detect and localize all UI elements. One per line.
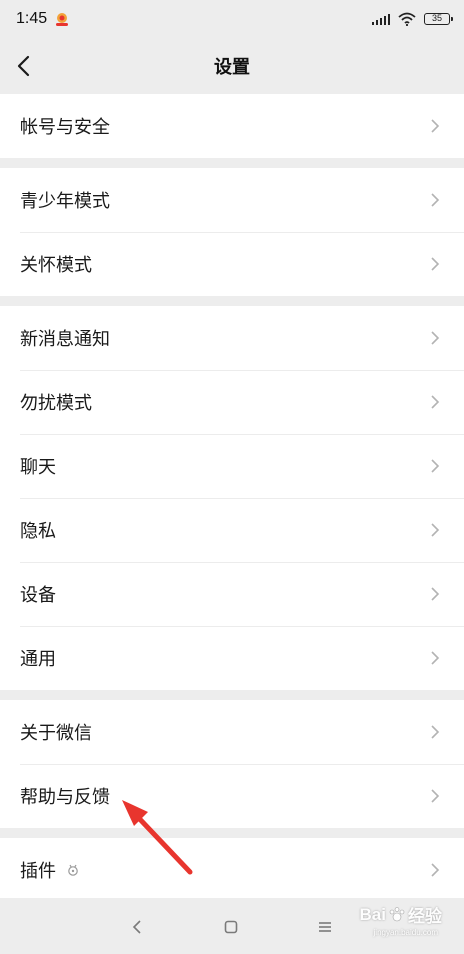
chevron-right-icon bbox=[431, 459, 440, 473]
row-plugins[interactable]: 插件 bbox=[0, 838, 464, 902]
settings-group-about: 关于微信 帮助与反馈 bbox=[0, 700, 464, 828]
chevron-right-icon bbox=[431, 395, 440, 409]
row-help-feedback[interactable]: 帮助与反馈 bbox=[0, 764, 464, 828]
settings-group-modes: 青少年模式 关怀模式 bbox=[0, 168, 464, 296]
chevron-right-icon bbox=[431, 257, 440, 271]
watermark-text: Bai bbox=[359, 904, 386, 924]
row-label: 关于微信 bbox=[20, 723, 92, 744]
watermark-text-2: 经验 bbox=[408, 907, 442, 926]
system-home-button[interactable] bbox=[220, 916, 242, 938]
row-label: 插件 bbox=[20, 861, 56, 882]
row-chat[interactable]: 聊天 bbox=[0, 434, 464, 498]
row-label: 隐私 bbox=[20, 521, 56, 542]
row-about-wechat[interactable]: 关于微信 bbox=[0, 700, 464, 764]
system-recents-button[interactable] bbox=[314, 916, 336, 938]
chevron-right-icon bbox=[431, 523, 440, 537]
paw-icon bbox=[389, 906, 405, 921]
row-teen-mode[interactable]: 青少年模式 bbox=[0, 168, 464, 232]
status-right: 35 bbox=[372, 12, 453, 26]
row-privacy[interactable]: 隐私 bbox=[0, 498, 464, 562]
watermark-url: jingyan.baidu.com bbox=[373, 928, 438, 937]
settings-group-general: 新消息通知 勿扰模式 聊天 隐私 设备 通用 bbox=[0, 306, 464, 690]
row-account-security[interactable]: 帐号与安全 bbox=[0, 94, 464, 158]
row-do-not-disturb[interactable]: 勿扰模式 bbox=[0, 370, 464, 434]
chevron-right-icon bbox=[431, 331, 440, 345]
row-label: 青少年模式 bbox=[20, 191, 110, 212]
row-label: 设备 bbox=[20, 585, 56, 606]
chevron-right-icon bbox=[431, 587, 440, 601]
baidu-jingyan-watermark: Bai 经验 bbox=[360, 902, 442, 927]
row-label: 新消息通知 bbox=[20, 329, 110, 350]
page-title: 设置 bbox=[214, 57, 250, 78]
status-left: 1:45 bbox=[16, 10, 70, 28]
back-button[interactable] bbox=[10, 52, 38, 80]
row-label: 勿扰模式 bbox=[20, 393, 92, 414]
navigation-bar: 设置 bbox=[0, 38, 464, 94]
row-label: 帐号与安全 bbox=[20, 117, 110, 138]
plugin-icon bbox=[68, 864, 78, 876]
row-general[interactable]: 通用 bbox=[0, 626, 464, 690]
row-care-mode[interactable]: 关怀模式 bbox=[0, 232, 464, 296]
chevron-right-icon bbox=[431, 863, 440, 877]
battery-indicator: 35 bbox=[424, 13, 453, 25]
row-devices[interactable]: 设备 bbox=[0, 562, 464, 626]
row-label: 通用 bbox=[20, 649, 56, 670]
square-home-icon bbox=[224, 920, 238, 934]
chevron-right-icon bbox=[431, 789, 440, 803]
status-time: 1:45 bbox=[16, 10, 48, 27]
chevron-right-icon bbox=[431, 193, 440, 207]
back-arrow-icon bbox=[17, 55, 30, 77]
app-notification-icon bbox=[56, 13, 69, 26]
chevron-right-icon bbox=[431, 119, 440, 133]
row-label: 帮助与反馈 bbox=[20, 787, 110, 808]
wifi-icon bbox=[398, 12, 416, 26]
row-label: 关怀模式 bbox=[20, 255, 92, 276]
chevron-right-icon bbox=[431, 651, 440, 665]
settings-group-plugins: 插件 bbox=[0, 838, 464, 902]
status-bar: 1:45 35 bbox=[0, 0, 464, 38]
row-new-message-notification[interactable]: 新消息通知 bbox=[0, 306, 464, 370]
menu-recents-icon bbox=[319, 922, 331, 932]
system-back-button[interactable] bbox=[126, 916, 148, 938]
chevron-right-icon bbox=[431, 725, 440, 739]
row-label: 聊天 bbox=[20, 457, 56, 478]
signal-icon bbox=[372, 14, 390, 25]
settings-group-account: 帐号与安全 bbox=[0, 94, 464, 158]
triangle-back-icon bbox=[132, 920, 141, 934]
